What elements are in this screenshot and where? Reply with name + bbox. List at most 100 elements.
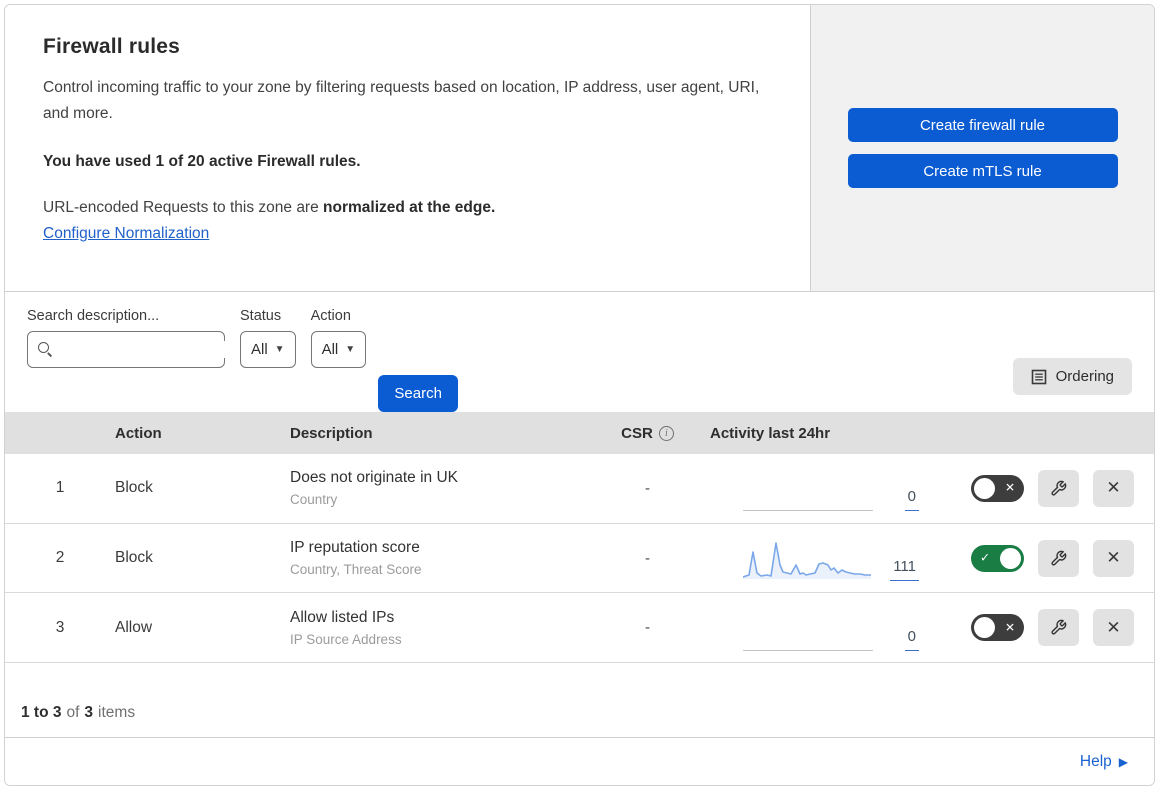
search-button[interactable]: Search [378, 375, 459, 412]
rule-description-cell: Allow listed IPs IP Source Address [290, 609, 600, 647]
normalization-bold: normalized at the edge. [323, 199, 496, 216]
rule-criteria: Country [290, 492, 338, 508]
items-label: items [98, 704, 136, 722]
description-column-header: Description [290, 424, 373, 442]
chevron-down-icon: ▼ [345, 344, 356, 355]
activity-sparkline-flat [743, 621, 873, 651]
rule-description: Allow listed IPs [290, 608, 395, 626]
rule-controls: ✓ ✕ [925, 539, 1154, 577]
rule-description-cell: IP reputation score Country, Threat Scor… [290, 539, 600, 577]
rule-priority: 1 [55, 479, 65, 497]
header-description-card: Firewall rules Control incoming traffic … [5, 5, 811, 291]
rule-description-cell: Does not originate in UK Country [290, 469, 600, 507]
search-box[interactable] [27, 331, 245, 368]
table-row: 3 Allow Allow listed IPs IP Source Addre… [5, 593, 1154, 664]
status-value: All [251, 341, 268, 358]
toggle-knob [1000, 547, 1021, 569]
action-filter-group: Action All ▼ [310, 308, 367, 368]
toggle-on-check-icon: ✓ [980, 550, 991, 565]
page-header: Firewall rules Control incoming traffic … [5, 5, 1154, 292]
rule-csr: - [645, 479, 650, 497]
list-document-icon [1031, 369, 1046, 384]
rule-controls: ✕ ✕ [925, 469, 1154, 507]
actions-panel: Create firewall rule Create mTLS rule [811, 5, 1154, 291]
table-header: Action Description CSR i Activity last 2… [5, 412, 1154, 454]
rule-action: Block [115, 479, 153, 497]
close-icon: ✕ [1106, 548, 1121, 567]
page-description: Control incoming traffic to your zone by… [43, 79, 760, 122]
usage-summary: You have used 1 of 20 active Firewall ru… [43, 153, 361, 170]
delete-rule-button[interactable]: ✕ [1093, 539, 1134, 577]
search-group: Search description... [27, 308, 245, 368]
wrench-icon [1051, 619, 1067, 635]
status-label: Status [240, 308, 282, 324]
filter-bar: Search description... Status All ▼ Actio… [5, 292, 1154, 412]
ordering-button[interactable]: Ordering [1012, 358, 1132, 395]
info-icon[interactable]: i [658, 425, 674, 441]
chevron-down-icon: ▼ [274, 344, 285, 355]
firewall-rules-page: Firewall rules Control incoming traffic … [4, 4, 1155, 786]
action-value: All [321, 341, 339, 358]
arrow-right-icon: ▶ [1118, 754, 1128, 769]
action-column-header: Action [115, 424, 162, 442]
action-label: Action [310, 308, 351, 324]
rule-description: Does not originate in UK [290, 469, 459, 487]
activity-column-header: Activity last 24hr [710, 424, 831, 442]
configure-normalization-link[interactable]: Configure Normalization [43, 225, 209, 243]
toggle-off-x-icon: ✕ [1004, 481, 1015, 496]
table-footer: 1 to 3 of 3 items [5, 663, 1154, 738]
edit-rule-button[interactable] [1038, 609, 1079, 647]
rule-enabled-toggle[interactable]: ✕ [971, 474, 1024, 502]
status-dropdown[interactable]: All ▼ [240, 331, 296, 368]
delete-rule-button[interactable]: ✕ [1093, 469, 1134, 507]
rule-csr: - [645, 619, 650, 637]
rule-priority: 3 [55, 618, 65, 636]
activity-count-link[interactable]: 111 [890, 558, 919, 581]
items-of-label: of [66, 704, 80, 722]
close-icon: ✕ [1106, 617, 1121, 637]
rule-activity-cell: 0 [695, 605, 925, 651]
close-icon: ✕ [1106, 478, 1121, 498]
activity-sparkline-chart [743, 542, 871, 579]
toggle-knob [974, 617, 995, 639]
activity-count-link[interactable]: 0 [904, 488, 919, 512]
status-filter-group: Status All ▼ [240, 308, 296, 368]
rule-action: Block [115, 549, 153, 566]
normalization-note: URL-encoded Requests to this zone are no… [43, 199, 772, 217]
help-link[interactable]: Help ▶ [1080, 753, 1128, 771]
rule-action: Allow [115, 618, 153, 636]
table-row: 1 Block Does not originate in UK Country… [5, 454, 1154, 524]
toggle-knob [974, 477, 995, 499]
wrench-icon [1051, 480, 1067, 496]
toggle-off-x-icon: ✕ [1004, 620, 1015, 635]
page-title: Firewall rules [43, 35, 181, 58]
rule-controls: ✕ ✕ [925, 609, 1154, 647]
rule-description: IP reputation score [290, 539, 420, 556]
rule-activity-cell: 111 [695, 535, 925, 581]
rule-enabled-toggle[interactable]: ✕ [971, 614, 1024, 642]
search-input[interactable] [46, 341, 245, 358]
search-label: Search description... [27, 308, 160, 324]
edit-rule-button[interactable] [1038, 469, 1079, 507]
create-mtls-rule-button[interactable]: Create mTLS rule [847, 154, 1118, 188]
help-label: Help [1079, 752, 1112, 770]
activity-count-link[interactable]: 0 [904, 628, 919, 651]
create-firewall-rule-button[interactable]: Create firewall rule [847, 108, 1118, 142]
csr-column-header: CSR i [621, 425, 674, 442]
items-range: 1 to 3 [21, 704, 62, 722]
activity-sparkline-flat [743, 481, 873, 512]
delete-rule-button[interactable]: ✕ [1093, 609, 1134, 647]
normalization-text: URL-encoded Requests to this zone are [43, 199, 324, 216]
rule-criteria: IP Source Address [290, 631, 402, 647]
help-bar: Help ▶ [5, 737, 1154, 785]
rule-csr: - [645, 549, 650, 567]
ordering-label: Ordering [1055, 368, 1114, 385]
rule-enabled-toggle[interactable]: ✓ [971, 544, 1024, 572]
wrench-icon [1051, 550, 1067, 566]
rule-criteria: Country, Threat Score [290, 562, 422, 577]
rule-activity-cell: 0 [695, 465, 925, 512]
table-row: 2 Block IP reputation score Country, Thr… [5, 523, 1154, 594]
items-total: 3 [84, 704, 94, 722]
action-dropdown[interactable]: All ▼ [310, 331, 367, 368]
edit-rule-button[interactable] [1038, 539, 1079, 577]
